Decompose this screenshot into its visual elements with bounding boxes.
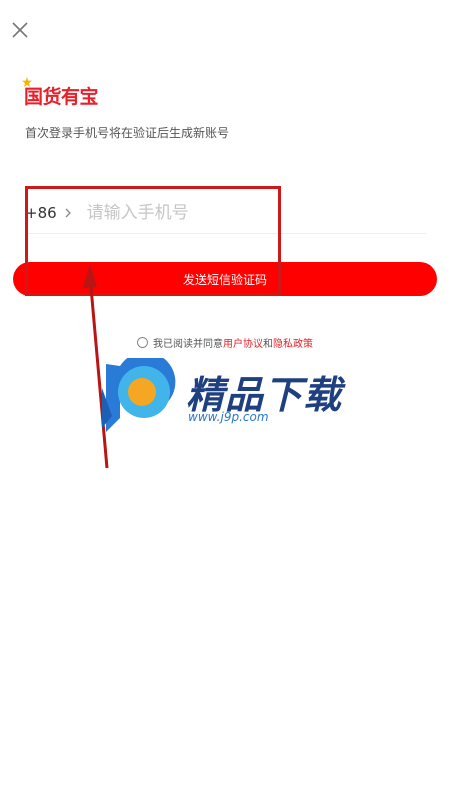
star-icon (22, 77, 32, 87)
send-sms-code-button[interactable]: 发送短信验证码 (13, 262, 437, 296)
close-icon (12, 22, 28, 38)
watermark-brand: 精品下载 (186, 373, 343, 417)
agreement-and: 和 (263, 339, 273, 350)
country-code-selector[interactable]: +86 (25, 204, 57, 222)
agreement-row: 我已阅读并同意 用户协议 和 隐私政策 (137, 335, 313, 350)
phone-row: +86 (25, 193, 426, 234)
annotation-arrow (83, 264, 109, 469)
chevron-right-icon[interactable] (63, 208, 73, 218)
agreement-radio[interactable] (137, 337, 148, 348)
phone-input[interactable] (86, 203, 347, 223)
brand-logo: 国货有宝 (22, 77, 99, 108)
privacy-policy-link[interactable]: 隐私政策 (273, 335, 313, 350)
close-button[interactable] (8, 18, 32, 42)
watermark: 精品下载 www.j9p.com (98, 358, 358, 438)
user-agreement-link[interactable]: 用户协议 (223, 335, 263, 350)
watermark-logo-icon (102, 358, 176, 432)
logo-text: 国货有宝 (24, 85, 99, 108)
login-subtitle: 首次登录手机号将在验证后生成新账号 (25, 126, 230, 140)
watermark-url: www.j9p.com (188, 410, 269, 424)
agreement-prefix: 我已阅读并同意 (153, 339, 223, 350)
